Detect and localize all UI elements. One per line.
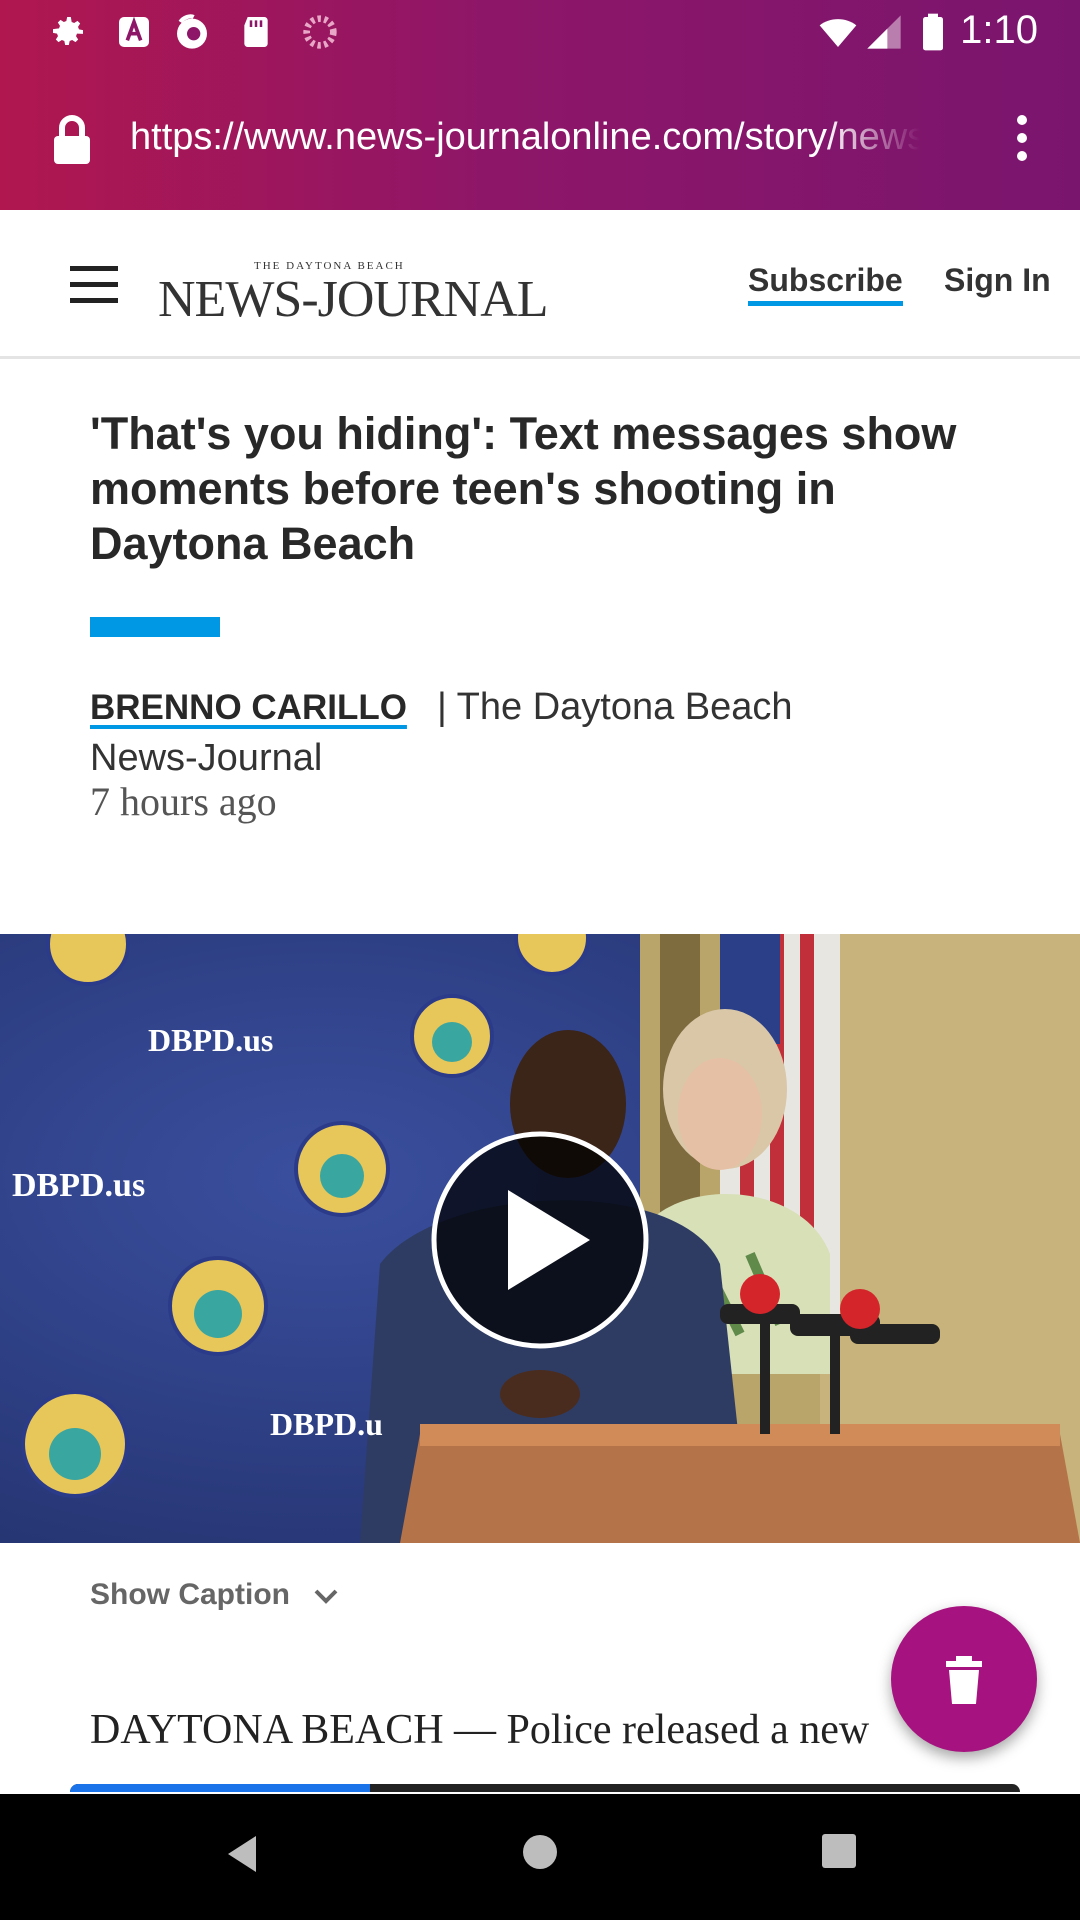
firefox-icon	[177, 14, 207, 49]
site-header: THE DAYTONA BEACH NEWS-JOURNAL Subscribe…	[0, 210, 1080, 359]
author-link[interactable]: BRENNO CARILLO	[90, 688, 407, 727]
subscribe-link[interactable]: Subscribe	[748, 262, 903, 306]
lock-icon	[54, 115, 90, 164]
site-logo[interactable]: THE DAYTONA BEACH NEWS-JOURNAL	[158, 248, 549, 328]
delete-fab-button[interactable]	[891, 1606, 1037, 1752]
article-headline: 'That's you hiding': Text messages show …	[90, 408, 957, 569]
settings-icon	[53, 17, 83, 45]
video-player[interactable]: DBPD.us DBPD.us DBPD.u	[0, 934, 1080, 1543]
recents-icon[interactable]	[822, 1834, 856, 1868]
signal-icon	[867, 15, 901, 49]
url-text[interactable]: https://www.news-journalonline.com/story…	[130, 116, 920, 159]
banner-text-3: DBPD.u	[270, 1406, 383, 1442]
chevron-down-icon	[314, 1589, 338, 1604]
battery-icon	[923, 13, 943, 51]
wifi-icon	[819, 19, 857, 47]
trash-icon	[946, 1656, 982, 1704]
status-bar: 1:10	[0, 0, 1080, 64]
show-caption-label: Show Caption	[90, 1578, 290, 1611]
play-icon[interactable]	[430, 1130, 650, 1350]
article-lead: DAYTONA BEACH — Police released a new	[90, 1707, 870, 1753]
browser-chrome: 1:10 https://www.news-journalonline.com/…	[0, 0, 1080, 210]
banner-text-1: DBPD.us	[148, 1022, 273, 1058]
loading-icon	[303, 15, 337, 49]
sd-card-icon	[244, 17, 268, 47]
byline: BRENNO CARILLO | The Daytona Beach News-J…	[90, 682, 910, 783]
home-icon[interactable]	[522, 1834, 558, 1870]
status-time: 1:10	[960, 8, 1038, 52]
menu-icon[interactable]	[70, 266, 118, 303]
show-caption-button[interactable]: Show Caption	[90, 1578, 340, 1612]
banner-text-2: DBPD.us	[12, 1167, 145, 1204]
more-vert-icon[interactable]	[1014, 112, 1030, 161]
back-icon[interactable]	[224, 1834, 260, 1874]
text-a-icon	[119, 16, 149, 47]
sign-in-link[interactable]: Sign In	[944, 262, 1051, 299]
headline-accent-bar	[90, 617, 220, 637]
publish-time: 7 hours ago	[90, 779, 277, 824]
system-nav-bar	[0, 1794, 1080, 1920]
scroll-overlay-bar	[70, 1784, 1020, 1792]
logo-text: NEWS-JOURNAL	[158, 271, 549, 328]
url-bar[interactable]: https://www.news-journalonline.com/story…	[0, 100, 1080, 180]
